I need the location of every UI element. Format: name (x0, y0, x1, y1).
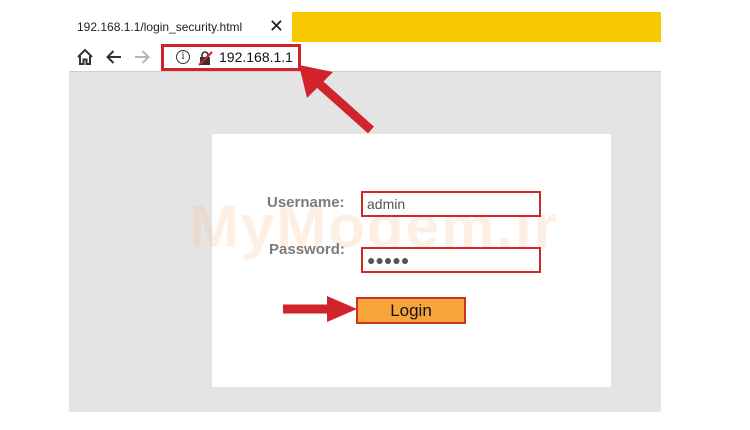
close-tab-icon[interactable]: ✕ (269, 16, 284, 36)
annotation-arrow-login (283, 296, 357, 322)
login-button[interactable]: Login (356, 297, 466, 324)
password-input[interactable]: ●●●●● (361, 247, 541, 273)
annotation-arrow-url (299, 65, 374, 134)
login-panel: MyModem.ir Username: Password: ●●●●● Log… (189, 134, 611, 387)
url-text: 192.168.1.1 (219, 49, 293, 65)
browser-tab[interactable]: 192.168.1.1/login_security.html ✕ (69, 12, 292, 42)
address-bar[interactable]: i 192.168.1.1 (161, 44, 301, 71)
password-label: Password: (269, 241, 345, 258)
browser-window: 192.168.1.1/login_security.html ✕ i 192.… (69, 12, 661, 412)
back-arrow-icon[interactable] (104, 47, 124, 67)
home-icon[interactable] (75, 47, 95, 67)
tab-title: 192.168.1.1/login_security.html (77, 20, 243, 34)
insecure-lock-icon (198, 51, 213, 66)
username-label: Username: (267, 194, 345, 211)
username-input[interactable] (361, 191, 541, 217)
tab-bar: 192.168.1.1/login_security.html ✕ (69, 12, 661, 42)
info-icon[interactable]: i (176, 50, 190, 64)
forward-arrow-icon[interactable] (132, 47, 152, 67)
